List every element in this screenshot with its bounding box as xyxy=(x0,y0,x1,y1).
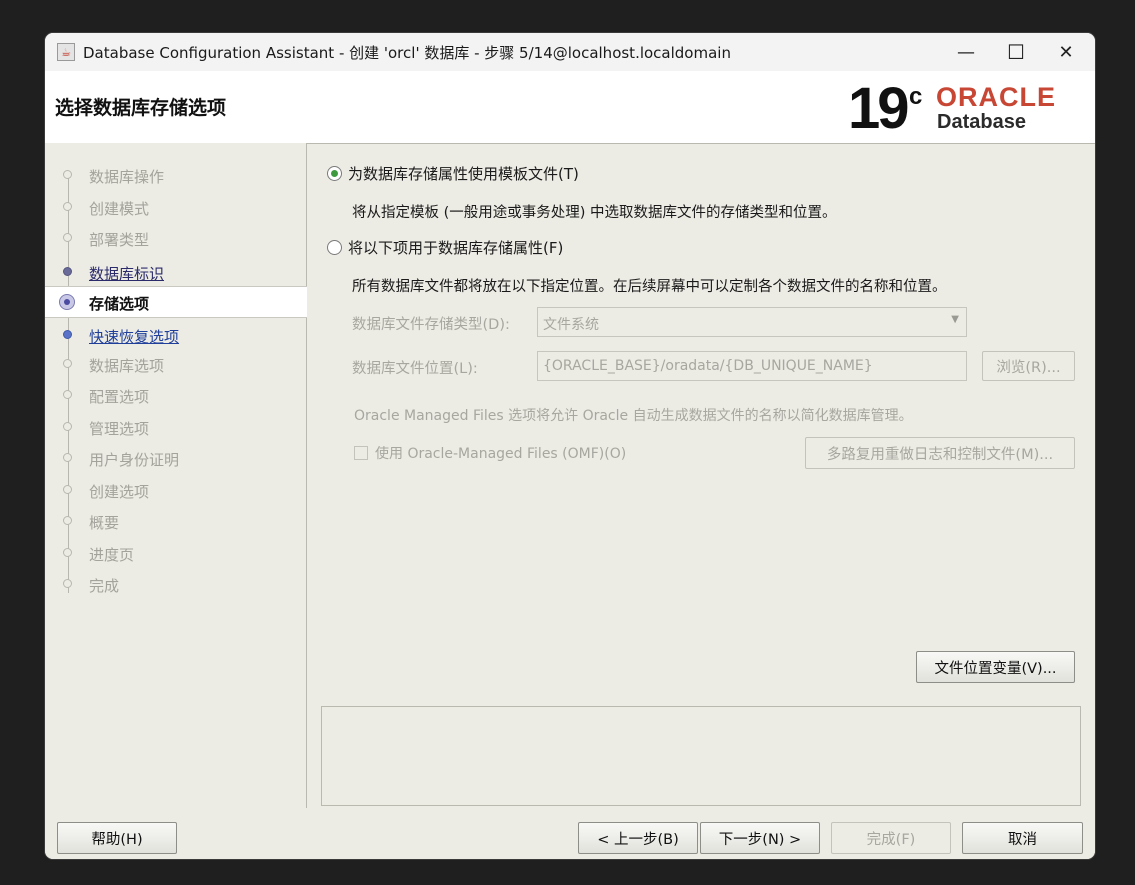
step-dot xyxy=(63,579,72,588)
step-dot xyxy=(63,330,72,339)
file-location-input[interactable]: {ORACLE_BASE}/oradata/{DB_UNIQUE_NAME} xyxy=(537,351,967,381)
omf-note: Oracle Managed Files 选项将允许 Oracle 自动生成数据… xyxy=(354,408,913,424)
omf-checkbox-label[interactable]: 使用 Oracle-Managed Files (OMF)(O) xyxy=(375,443,626,463)
title-bar: ☕ Database Configuration Assistant - 创建 … xyxy=(45,33,1095,71)
step-storage-option: 存储选项 xyxy=(45,286,307,318)
step-label: 进度页 xyxy=(89,546,135,564)
chevron-down-icon: ▼ xyxy=(951,314,959,325)
step-label: 创建模式 xyxy=(89,200,150,218)
file-location-variables-button[interactable]: 文件位置变量(V)... xyxy=(916,651,1075,683)
omf-option[interactable]: 使用 Oracle-Managed Files (OMF)(O) xyxy=(354,443,626,463)
browse-button[interactable]: 浏览(R)... xyxy=(982,351,1075,381)
use-following-option[interactable]: 将以下项用于数据库存储属性(F) xyxy=(327,237,563,258)
storage-type-value: 文件系统 xyxy=(543,317,599,333)
use-following-label[interactable]: 将以下项用于数据库存储属性(F) xyxy=(348,237,563,258)
storage-type-select[interactable]: 文件系统 ▼ xyxy=(537,307,967,337)
back-button[interactable]: < 上一步(B) xyxy=(578,822,698,854)
step-dot xyxy=(63,422,72,431)
step-dot xyxy=(63,453,72,462)
use-template-option[interactable]: 为数据库存储属性使用模板文件(T) xyxy=(327,163,579,184)
java-app-icon: ☕ xyxy=(57,43,75,61)
main-content: 为数据库存储属性使用模板文件(T) 将从指定模板 (一般用途或事务处理) 中选取… xyxy=(307,143,1095,808)
step-dot xyxy=(63,359,72,368)
step-create-mode: 创建模式 xyxy=(45,193,307,221)
minimize-icon[interactable]: — xyxy=(941,33,991,71)
message-area xyxy=(321,706,1081,806)
page-title: 选择数据库存储选项 xyxy=(55,97,227,119)
next-button[interactable]: 下一步(N) > xyxy=(700,822,820,854)
version-number: 19 xyxy=(848,76,909,141)
steps-sidebar: 数据库操作 创建模式 部署类型 数据库标识 存储选项 快速恢复选项 数据库选项 … xyxy=(45,143,307,808)
step-label: 管理选项 xyxy=(89,420,150,438)
maximize-icon[interactable]: ☐ xyxy=(991,33,1041,71)
help-button[interactable]: 帮助(H) xyxy=(57,822,177,854)
step-dot xyxy=(63,485,72,494)
oracle-wordmark: ORACLE xyxy=(936,82,1056,112)
use-template-radio[interactable] xyxy=(327,166,342,181)
step-progress: 进度页 xyxy=(45,539,307,567)
cancel-button[interactable]: 取消 xyxy=(962,822,1083,854)
step-dot xyxy=(63,233,72,242)
step-label: 数据库选项 xyxy=(89,357,165,375)
use-following-description: 所有数据库文件都将放在以下指定位置。在后续屏幕中可以定制各个数据文件的名称和位置… xyxy=(352,279,947,295)
step-label[interactable]: 数据库标识 xyxy=(89,263,164,284)
omf-checkbox[interactable] xyxy=(354,446,368,460)
step-db-options: 数据库选项 xyxy=(45,350,307,378)
step-finish: 完成 xyxy=(45,570,307,598)
step-label: 完成 xyxy=(89,577,120,595)
step-label: 概要 xyxy=(89,514,120,532)
window-title: Database Configuration Assistant - 创建 'o… xyxy=(83,43,731,62)
step-label: 数据库操作 xyxy=(89,168,165,186)
use-template-description: 将从指定模板 (一般用途或事务处理) 中选取数据库文件的存储类型和位置。 xyxy=(352,205,837,221)
step-dot xyxy=(63,390,72,399)
version-suffix: c xyxy=(909,83,923,110)
step-db-identification[interactable]: 数据库标识 xyxy=(45,258,307,286)
step-dot xyxy=(63,267,72,276)
page-header: 选择数据库存储选项 19 c ORACLE Database xyxy=(45,71,1095,144)
step-creation-options: 创建选项 xyxy=(45,476,307,504)
step-label: 部署类型 xyxy=(89,231,150,249)
use-following-radio[interactable] xyxy=(327,240,342,255)
close-icon[interactable]: ✕ xyxy=(1041,33,1091,71)
step-dot xyxy=(63,202,72,211)
step-label: 创建选项 xyxy=(89,483,150,501)
product-name: Database xyxy=(937,111,1026,133)
step-summary: 概要 xyxy=(45,507,307,535)
step-config-options: 配置选项 xyxy=(45,381,307,409)
step-dot xyxy=(63,170,72,179)
storage-type-label: 数据库文件存储类型(D): xyxy=(352,317,510,333)
step-db-operation: 数据库操作 xyxy=(45,161,307,189)
step-dot xyxy=(63,516,72,525)
step-fast-recovery[interactable]: 快速恢复选项 xyxy=(45,321,307,349)
step-dot xyxy=(63,548,72,557)
step-label: 存储选项 xyxy=(89,295,150,313)
file-location-label: 数据库文件位置(L): xyxy=(352,361,478,377)
step-current-dot xyxy=(59,294,75,310)
step-user-credentials: 用户身份证明 xyxy=(45,444,307,472)
dbca-window: ☕ Database Configuration Assistant - 创建 … xyxy=(45,33,1095,859)
step-label: 配置选项 xyxy=(89,388,150,406)
footer-bar: 帮助(H) < 上一步(B) 下一步(N) > 完成(F) 取消 xyxy=(45,808,1095,859)
finish-button[interactable]: 完成(F) xyxy=(831,822,951,854)
multiplex-redo-button[interactable]: 多路复用重做日志和控制文件(M)... xyxy=(805,437,1075,469)
use-template-label[interactable]: 为数据库存储属性使用模板文件(T) xyxy=(348,163,579,184)
step-deployment-type: 部署类型 xyxy=(45,224,307,252)
step-label: 用户身份证明 xyxy=(89,451,180,469)
step-management-options: 管理选项 xyxy=(45,413,307,441)
step-label[interactable]: 快速恢复选项 xyxy=(89,326,179,347)
